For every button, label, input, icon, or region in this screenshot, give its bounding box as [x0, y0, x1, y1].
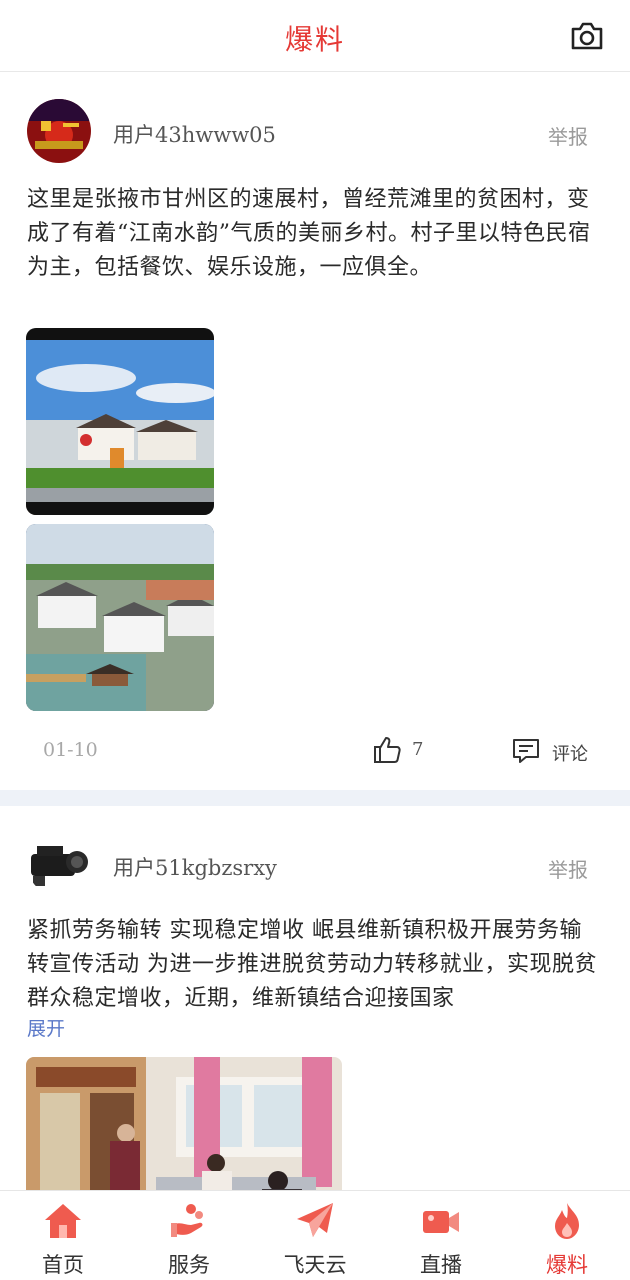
post-photo[interactable]: [26, 1057, 342, 1190]
tab-feitianyun[interactable]: 飞天云: [252, 1191, 378, 1280]
top-bar: 爆料: [0, 0, 630, 72]
report-button[interactable]: 举报: [548, 121, 588, 150]
tab-label: 爆料: [546, 1253, 588, 1277]
post-text[interactable]: 紧抓劳务输转 实现稳定增收 岷县维新镇积极开展劳务输转宣传活动 为进一步推进脱贫…: [27, 914, 599, 1016]
feed-post[interactable]: 用户51kgbzsrxy 举报 紧抓劳务输转 实现稳定增收 岷县维新镇积极开展劳…: [0, 806, 630, 1190]
paper-plane-icon: [297, 1203, 333, 1237]
comment-button[interactable]: 评论: [512, 733, 602, 767]
post-username[interactable]: 用户43hwww05: [113, 119, 276, 149]
tab-service[interactable]: 服务: [126, 1191, 252, 1280]
video-camera-icon: [423, 1211, 459, 1233]
post-username[interactable]: 用户51kgbzsrxy: [113, 852, 277, 882]
tab-label: 直播: [420, 1253, 462, 1277]
camera-icon[interactable]: [570, 20, 604, 52]
page-title: 爆料: [284, 23, 345, 56]
post-text[interactable]: 这里是张掖市甘州区的速展村，曾经荒滩里的贫困村，变成了有着“江南水韵”气质的美丽…: [27, 183, 599, 285]
tab-label: 首页: [42, 1253, 84, 1277]
tab-label: 飞天云: [283, 1253, 347, 1277]
feed-post[interactable]: 用户43hwww05 举报 这里是张掖市甘州区的速展村，曾经荒滩里的贫困村，变成…: [0, 73, 630, 790]
tab-label: 服务: [168, 1253, 210, 1277]
comment-icon: [513, 739, 539, 763]
post-photo[interactable]: [26, 328, 214, 515]
tab-live[interactable]: 直播: [378, 1191, 504, 1280]
bottom-tab-bar: 首页 服务 飞天云 直播 爆料: [0, 1190, 630, 1280]
post-photo[interactable]: [26, 524, 214, 711]
post-divider: [0, 790, 630, 806]
avatar[interactable]: [27, 832, 91, 896]
post-date: 01-10: [43, 739, 98, 761]
tab-home[interactable]: 首页: [0, 1191, 126, 1280]
expand-link[interactable]: 展开: [27, 1014, 65, 1041]
comment-label: 评论: [552, 744, 588, 765]
photo-grid: [26, 328, 604, 711]
tab-baoliao[interactable]: 爆料: [504, 1191, 630, 1280]
avatar[interactable]: [27, 99, 91, 163]
like-count: 7: [412, 739, 424, 760]
report-button[interactable]: 举报: [548, 854, 588, 883]
flame-icon: [555, 1203, 579, 1239]
home-icon: [45, 1204, 81, 1238]
service-icon: [171, 1204, 203, 1237]
thumbs-up-icon: [374, 737, 401, 763]
